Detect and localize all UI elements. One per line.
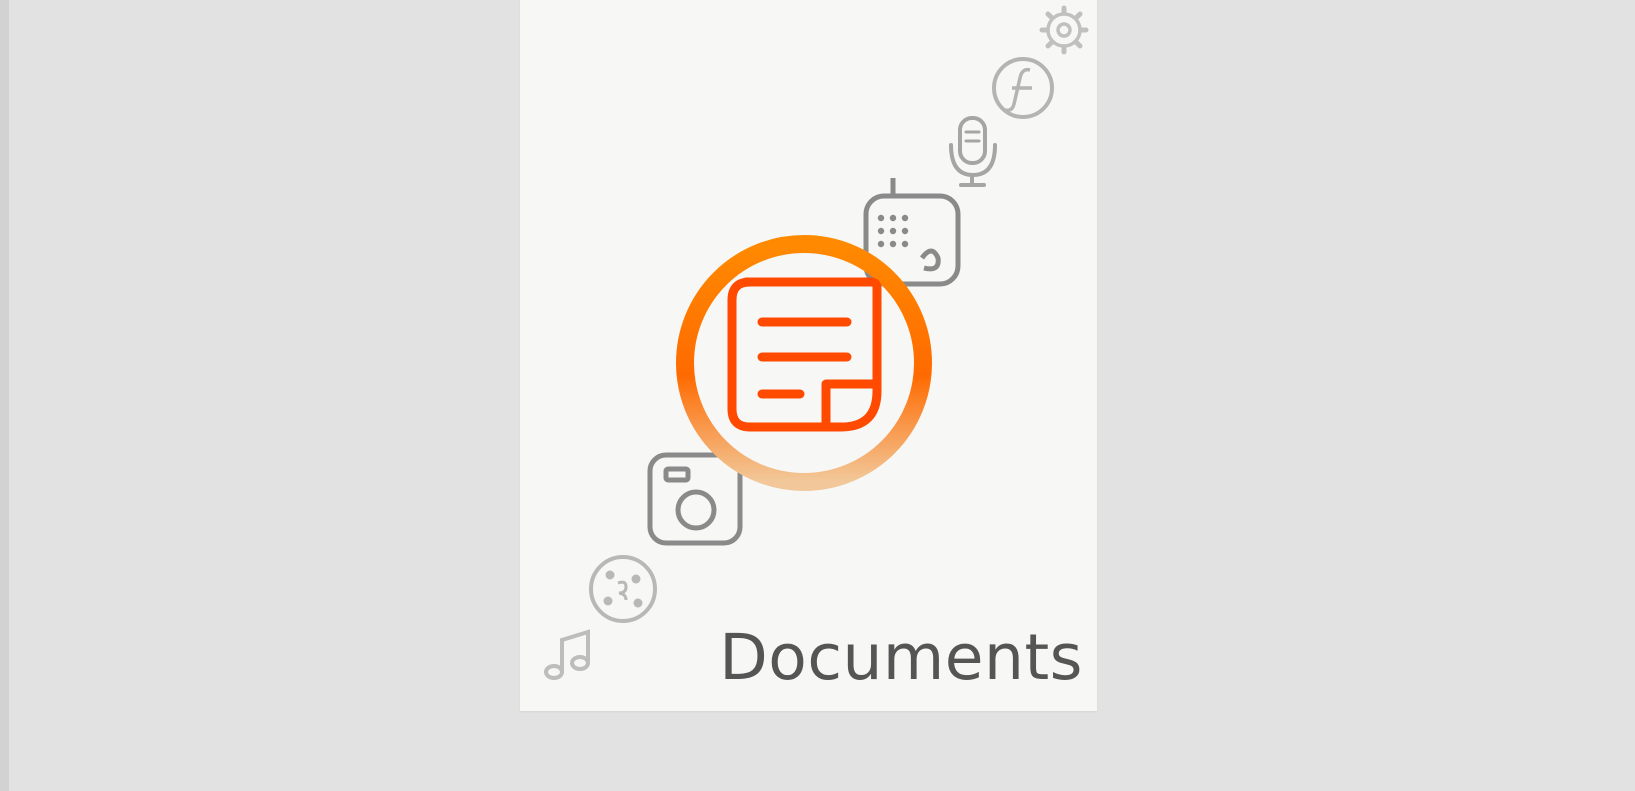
camera-icon[interactable] — [647, 452, 743, 546]
cookie-icon[interactable] — [589, 555, 657, 623]
gear-icon[interactable] — [1039, 5, 1089, 55]
window-edge — [0, 0, 9, 791]
documents-tile[interactable]: Documents — [520, 0, 1097, 711]
microphone-icon[interactable] — [949, 116, 997, 187]
tile-label: Documents — [719, 621, 1083, 694]
music-note-icon[interactable] — [544, 629, 590, 680]
flash-icon[interactable] — [992, 57, 1054, 119]
document-icon[interactable] — [727, 277, 882, 432]
